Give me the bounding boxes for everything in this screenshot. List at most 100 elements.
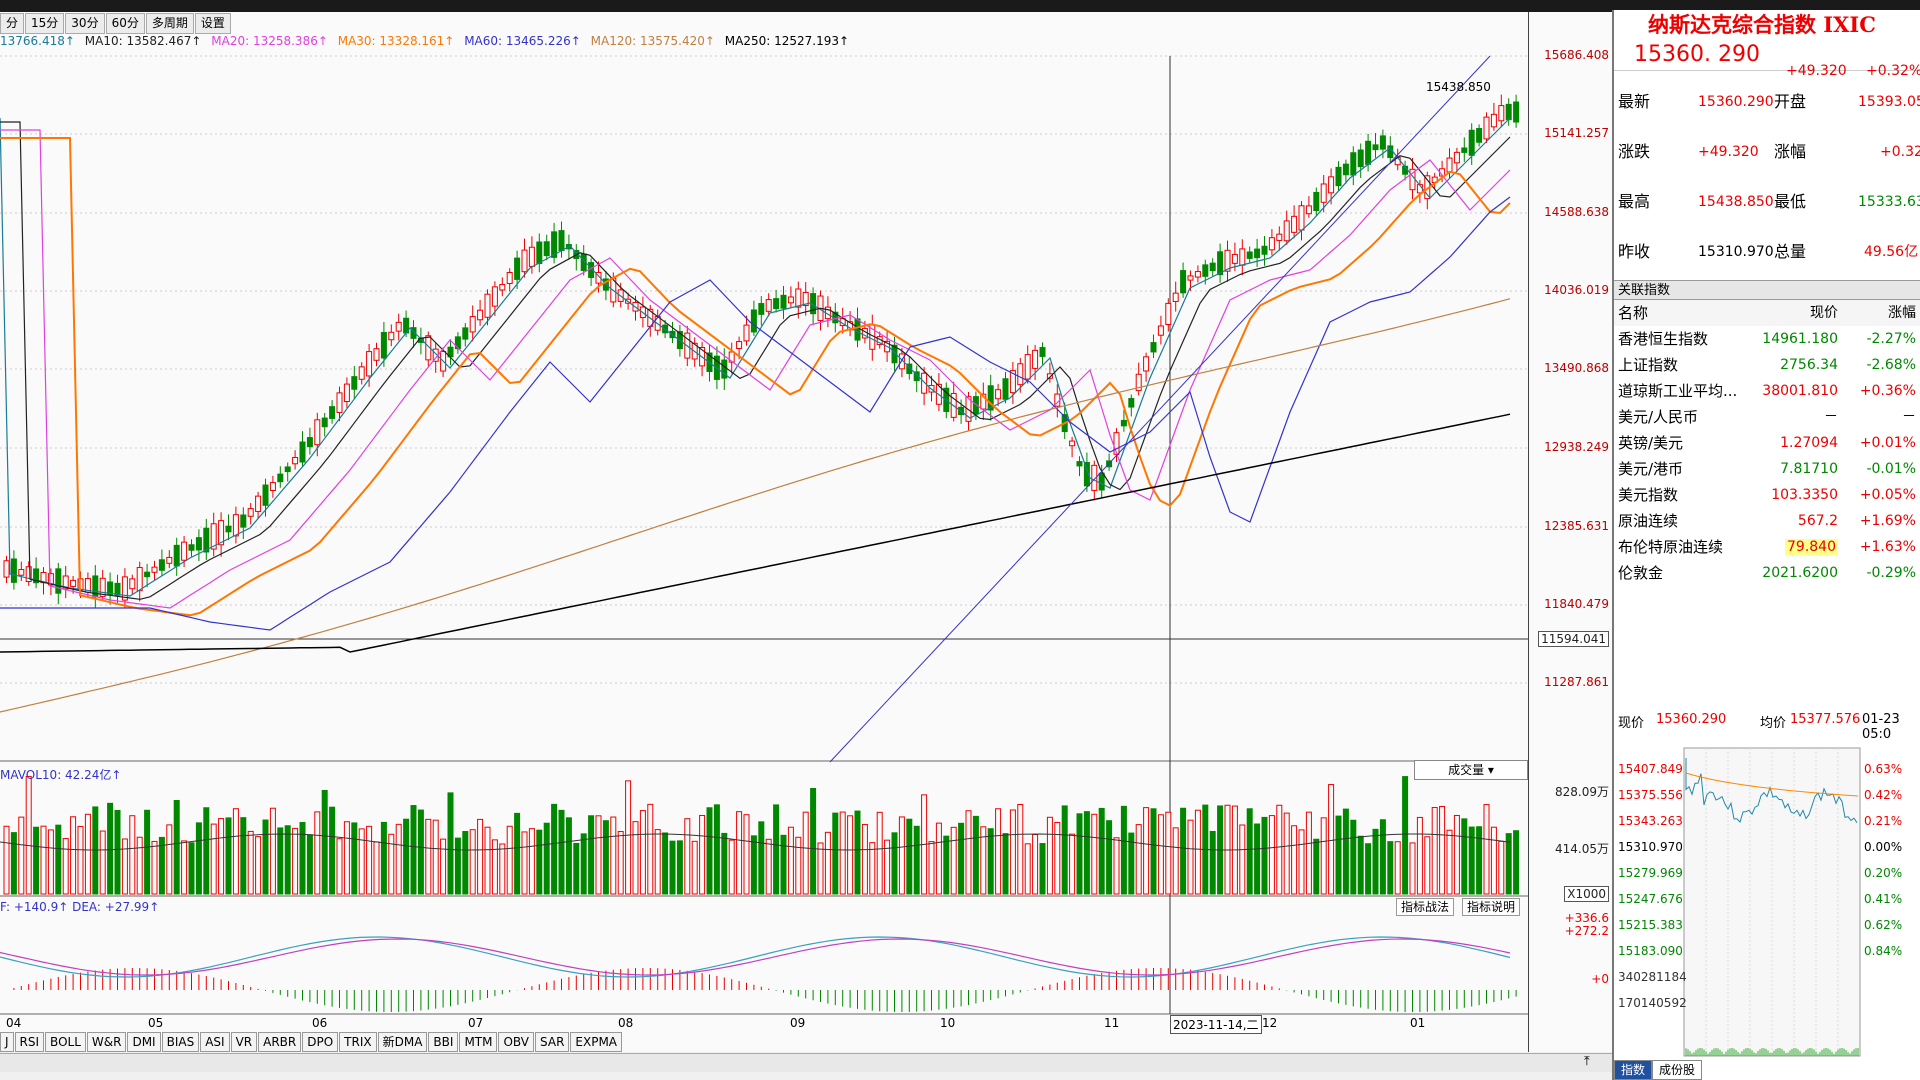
quote-label: 开盘: [1774, 92, 1807, 111]
volume-bar: [543, 822, 550, 895]
candle-body: [1513, 101, 1520, 123]
candle-body: [1209, 262, 1216, 272]
period-30min[interactable]: 30分: [65, 13, 105, 34]
intraday-chart[interactable]: 15407.849 15375.556 15343.263 15310.970 1527…: [1614, 738, 1920, 1068]
period-multi[interactable]: 多周期: [145, 13, 194, 34]
volume-bar: [107, 802, 114, 895]
period-min[interactable]: 分: [0, 13, 25, 34]
related-index-row[interactable]: 美元指数 103.3350 +0.05%: [1614, 482, 1920, 508]
candle-body: [195, 537, 202, 551]
related-index-row[interactable]: 美元/港币 7.81710 -0.01%: [1614, 456, 1920, 482]
volume-bar: [1416, 816, 1423, 895]
volume-bar: [1268, 815, 1275, 895]
month-label: 08: [618, 1016, 634, 1030]
month-label: 11: [1104, 1016, 1120, 1030]
volume-bar: [824, 831, 831, 895]
candle-body: [151, 566, 158, 573]
candle-body: [351, 376, 358, 390]
candle-body: [366, 351, 373, 377]
quote-value: 15360.290: [1698, 94, 1774, 110]
intraday-axis-tick: 15407.849: [1618, 762, 1683, 776]
quote-row: 涨跌 +49.320 涨幅 +0.32%: [1614, 138, 1920, 166]
candle-body: [306, 437, 313, 448]
month-label: 06: [312, 1016, 328, 1030]
tab-constituents[interactable]: 成份股: [1652, 1060, 1703, 1080]
related-price: 1.27094: [1780, 430, 1838, 456]
settings-button[interactable]: 设置: [194, 13, 231, 34]
candle-body: [284, 466, 291, 473]
volume-bar: [1150, 808, 1157, 895]
tab-index[interactable]: 指数: [1614, 1060, 1653, 1080]
kline-canvas[interactable]: [0, 12, 1528, 1052]
related-index-row[interactable]: 英镑/美元 1.27094 +0.01%: [1614, 430, 1920, 456]
intraday-axis-tick: 170140592: [1618, 996, 1687, 1010]
candle-body: [1157, 325, 1164, 336]
volume-bar: [232, 808, 239, 895]
volume-bar: [758, 821, 765, 895]
indicator-tab[interactable]: VR: [230, 1032, 258, 1052]
related-index-row[interactable]: 美元/人民币 － －: [1614, 404, 1920, 430]
macd-dif-line: [0, 936, 1511, 978]
indicator-tab[interactable]: 新DMA: [377, 1032, 428, 1052]
related-index-row[interactable]: 布伦特原油连续 79.840 +1.63%: [1614, 534, 1920, 560]
candle-body: [1350, 152, 1357, 176]
period-60min[interactable]: 60分: [105, 13, 145, 34]
indicator-strategy-button[interactable]: 指标战法: [1396, 898, 1455, 916]
intraday-axis-tick: 15375.556: [1618, 788, 1683, 802]
pin-top-icon[interactable]: ⤒: [1584, 1054, 1590, 1069]
related-name: 原油连续: [1618, 512, 1679, 530]
volume-bar: [484, 826, 491, 895]
volume-dropdown[interactable]: 成交量 ▾: [1414, 760, 1528, 780]
indicator-tab[interactable]: RSI: [14, 1032, 45, 1052]
indicator-tab[interactable]: BIAS: [161, 1032, 200, 1052]
indicator-tab[interactable]: W&R: [86, 1032, 127, 1052]
indicator-tab[interactable]: EXPMA: [570, 1032, 623, 1052]
quote-label: 昨收: [1618, 242, 1651, 261]
kline-chart-pane[interactable]: [0, 12, 1528, 1052]
volume-bar: [625, 780, 632, 895]
related-index-row[interactable]: 原油连续 567.2 +1.69%: [1614, 508, 1920, 534]
macd-tick: +0: [1591, 972, 1609, 986]
related-index-row[interactable]: 道琼斯工业平均... 38001.810 +0.36%: [1614, 378, 1920, 404]
candle-body: [854, 318, 861, 341]
indicator-help-button[interactable]: 指标说明: [1462, 898, 1521, 916]
indicator-tab[interactable]: J: [0, 1032, 14, 1052]
indicator-tab[interactable]: OBV: [498, 1032, 535, 1052]
related-price-value: 7.81710: [1780, 461, 1838, 477]
price-change: +49.320: [1786, 63, 1847, 79]
candle-body: [514, 257, 521, 280]
related-price: 14961.180: [1762, 326, 1838, 352]
price-tick: 11287.861: [1544, 675, 1609, 689]
volume-bar: [1298, 829, 1305, 895]
indicator-tab[interactable]: BOLL: [45, 1032, 86, 1052]
indicator-tab[interactable]: DMI: [127, 1032, 161, 1052]
indicator-tab[interactable]: DPO: [302, 1032, 339, 1052]
indicator-tab[interactable]: BBI: [428, 1032, 459, 1052]
price-tick: 14588.638: [1544, 205, 1609, 219]
related-price-value: 567.2: [1797, 513, 1838, 529]
indicator-tab[interactable]: ASI: [200, 1032, 230, 1052]
indicator-tab[interactable]: TRIX: [339, 1032, 377, 1052]
volume-bar: [551, 803, 558, 895]
volume-tick: 414.05万: [1555, 842, 1609, 856]
volume-bar: [602, 820, 609, 895]
quote-side-panel: 纳斯达克综合指数 IXIC 15360. 290 +49.320 +0.32% …: [1612, 10, 1920, 1080]
related-price: 38001.810: [1762, 378, 1838, 404]
candle-body: [543, 241, 550, 257]
related-name: 道琼斯工业平均...: [1618, 382, 1738, 400]
volume-bar: [240, 817, 247, 895]
related-index-row[interactable]: 香港恒生指数 14961.180 -2.27%: [1614, 326, 1920, 352]
period-15min[interactable]: 15分: [25, 13, 65, 34]
related-index-row[interactable]: 上证指数 2756.34 -2.68%: [1614, 352, 1920, 378]
indicator-tab[interactable]: SAR: [535, 1032, 570, 1052]
volume-bar: [647, 803, 654, 895]
related-price-value: 2021.6200: [1762, 565, 1838, 581]
volume-bar: [913, 825, 920, 895]
related-name: 香港恒生指数: [1618, 330, 1709, 348]
volume-bar: [454, 837, 461, 895]
volume-bar: [573, 842, 580, 895]
related-index-row[interactable]: 伦敦金 2021.6200 -0.29%: [1614, 560, 1920, 586]
cursor-price-tag: 11594.041: [1538, 631, 1609, 647]
indicator-tab[interactable]: ARBR: [258, 1032, 302, 1052]
indicator-tab[interactable]: MTM: [459, 1032, 498, 1052]
